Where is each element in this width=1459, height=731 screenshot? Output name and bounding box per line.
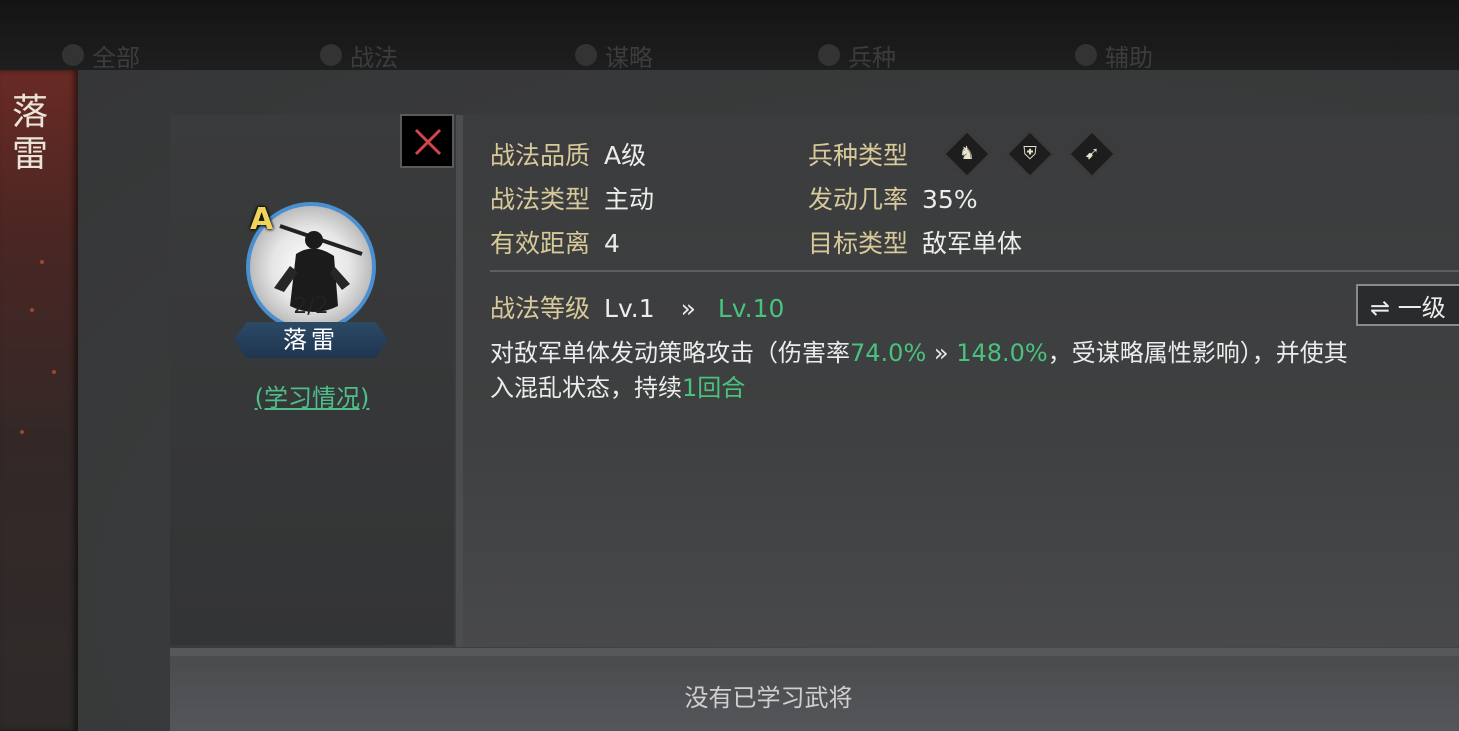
tab-strategy[interactable]: 谋略 bbox=[575, 40, 653, 72]
damage-from: 74.0% bbox=[850, 339, 927, 367]
learn-count: 2/2 bbox=[293, 294, 329, 319]
target-row: 目标类型 敌军单体 bbox=[808, 224, 1022, 260]
close-icon bbox=[414, 128, 442, 156]
tab-troops[interactable]: 兵种 bbox=[818, 40, 896, 72]
tab-support[interactable]: 辅助 bbox=[1075, 40, 1153, 72]
section-divider bbox=[170, 648, 1459, 656]
troops-icon bbox=[818, 44, 840, 66]
level-toggle-button[interactable]: ⇌ 一级 bbox=[1356, 284, 1459, 326]
level-toggle-label: ⇌ 一级 bbox=[1370, 293, 1446, 322]
quality-value: A级 bbox=[604, 141, 647, 170]
side-title: 落雷 bbox=[11, 92, 48, 175]
rate-label: 发动几率 bbox=[808, 185, 909, 214]
target-value: 敌军单体 bbox=[922, 229, 1023, 258]
info-divider bbox=[490, 270, 1459, 272]
damage-to: 148.0% bbox=[956, 339, 1048, 367]
level-arrow-icon: » bbox=[680, 294, 696, 323]
range-label: 有效距离 bbox=[490, 229, 591, 258]
duration: 1回合 bbox=[682, 374, 746, 402]
grade-badge: A bbox=[250, 202, 274, 237]
level-from: Lv.1 bbox=[604, 294, 655, 323]
troop-type-label: 兵种类型 bbox=[808, 141, 909, 170]
quality-label: 战法品质 bbox=[490, 141, 591, 170]
skill-description: 对敌军单体发动策略攻击（伤害率74.0% » 148.0%，受谋略属性影响），并… bbox=[490, 339, 1348, 402]
tab-all[interactable]: 全部 bbox=[62, 40, 140, 72]
level-label: 战法等级 bbox=[490, 294, 591, 323]
study-status-link[interactable]: (学习情况) bbox=[170, 378, 454, 413]
type-value: 主动 bbox=[604, 185, 655, 214]
type-label: 战法类型 bbox=[490, 185, 591, 214]
support-icon bbox=[1075, 44, 1097, 66]
level-row: 战法等级 Lv.1 » Lv.10 bbox=[490, 289, 784, 325]
top-tab-bar: 全部 战法 谋略 兵种 辅助 bbox=[0, 0, 1459, 72]
rate-row: 发动几率 35% bbox=[808, 180, 978, 216]
learned-empty-text: 没有已学习武将 bbox=[684, 684, 853, 712]
skill-name-plate: 落雷 bbox=[234, 322, 388, 358]
close-button[interactable] bbox=[400, 114, 454, 168]
target-label: 目标类型 bbox=[808, 229, 909, 258]
all-icon bbox=[62, 44, 84, 66]
range-value: 4 bbox=[604, 229, 620, 258]
card-divider bbox=[456, 115, 463, 647]
troop-type-row: 兵种类型 bbox=[808, 136, 908, 172]
type-row: 战法类型 主动 bbox=[490, 180, 654, 216]
strategy-icon bbox=[575, 44, 597, 66]
quality-row: 战法品质 A级 bbox=[490, 136, 646, 172]
swords-icon bbox=[320, 44, 342, 66]
rate-value: 35% bbox=[922, 185, 978, 214]
tab-tactics[interactable]: 战法 bbox=[320, 40, 398, 72]
range-row: 有效距离 4 bbox=[490, 224, 620, 260]
level-to: Lv.10 bbox=[717, 294, 785, 323]
